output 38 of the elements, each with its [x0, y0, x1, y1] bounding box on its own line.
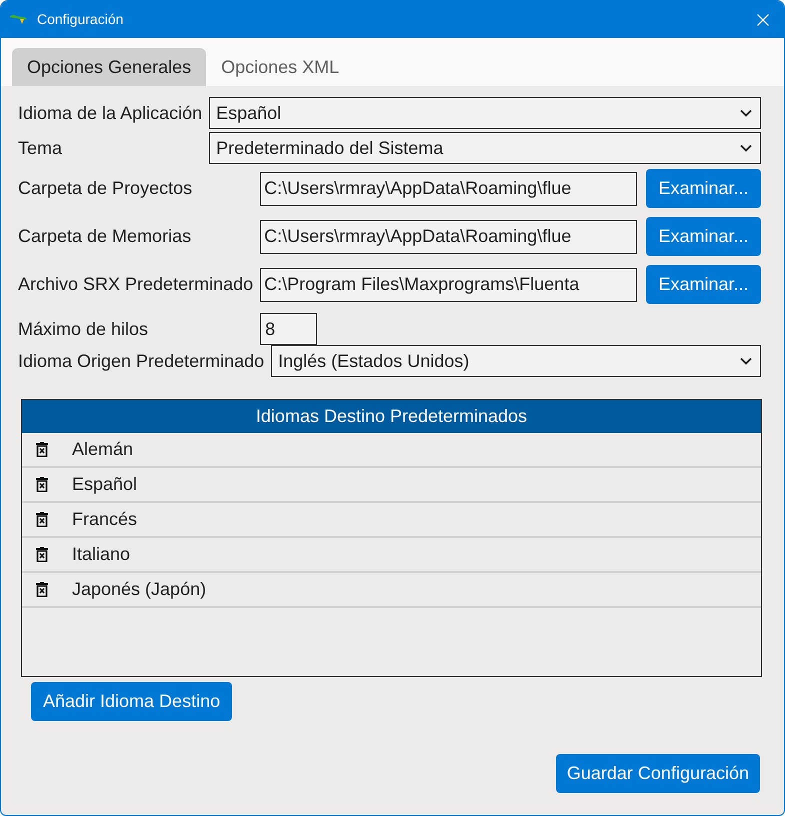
- table-header: Idiomas Destino Predeterminados: [22, 400, 761, 433]
- app-logo-icon: [10, 14, 27, 25]
- trash-icon[interactable]: [36, 547, 48, 562]
- field-label: Idioma de la Aplicación: [18, 102, 202, 125]
- language-name[interactable]: Francés: [72, 506, 138, 533]
- path-field[interactable]: C:\Program Files\Maxprograms\Fluenta: [260, 268, 637, 302]
- save-settings-button[interactable]: Guardar Configuración: [556, 754, 760, 793]
- browse-button[interactable]: Examinar...: [646, 265, 761, 304]
- trash-icon[interactable]: [36, 477, 48, 492]
- language-name[interactable]: Español: [72, 471, 138, 498]
- trash-icon[interactable]: [36, 442, 48, 457]
- dropdown[interactable]: Español: [209, 97, 761, 129]
- field-label: Carpeta de Memorias: [18, 225, 192, 248]
- tab[interactable]: Opciones Generales: [12, 48, 206, 86]
- dropdown[interactable]: Inglés (Estados Unidos): [271, 345, 761, 377]
- tab[interactable]: Opciones XML: [206, 48, 354, 86]
- field-label: Archivo SRX Predeterminado: [18, 273, 254, 296]
- field-label: Carpeta de Proyectos: [18, 177, 194, 200]
- field-label: Idioma Origen Predeterminado: [18, 350, 264, 373]
- chevron-down-icon: [740, 144, 752, 152]
- path-field[interactable]: C:\Users\rmray\AppData\Roaming\flue: [260, 220, 637, 254]
- trash-icon[interactable]: [36, 512, 48, 527]
- field-label: Máximo de hilos: [18, 318, 150, 340]
- browse-button[interactable]: Examinar...: [646, 169, 761, 208]
- chevron-down-icon: [740, 357, 752, 365]
- add-target-language-button[interactable]: Añadir Idioma Destino: [31, 682, 232, 721]
- chevron-down-icon: [740, 109, 752, 117]
- number-field[interactable]: 8: [260, 313, 318, 345]
- dropdown[interactable]: Predeterminado del Sistema: [209, 132, 761, 164]
- field-label: Tema: [18, 136, 64, 160]
- language-name[interactable]: Japonés (Japón): [72, 576, 206, 603]
- close-icon[interactable]: [757, 14, 769, 26]
- path-field[interactable]: C:\Users\rmray\AppData\Roaming\flue: [260, 172, 637, 206]
- trash-icon[interactable]: [36, 582, 48, 597]
- window-title: Configuración: [37, 10, 124, 29]
- language-name[interactable]: Alemán: [72, 436, 134, 463]
- browse-button[interactable]: Examinar...: [646, 217, 761, 256]
- language-name[interactable]: Italiano: [72, 541, 130, 568]
